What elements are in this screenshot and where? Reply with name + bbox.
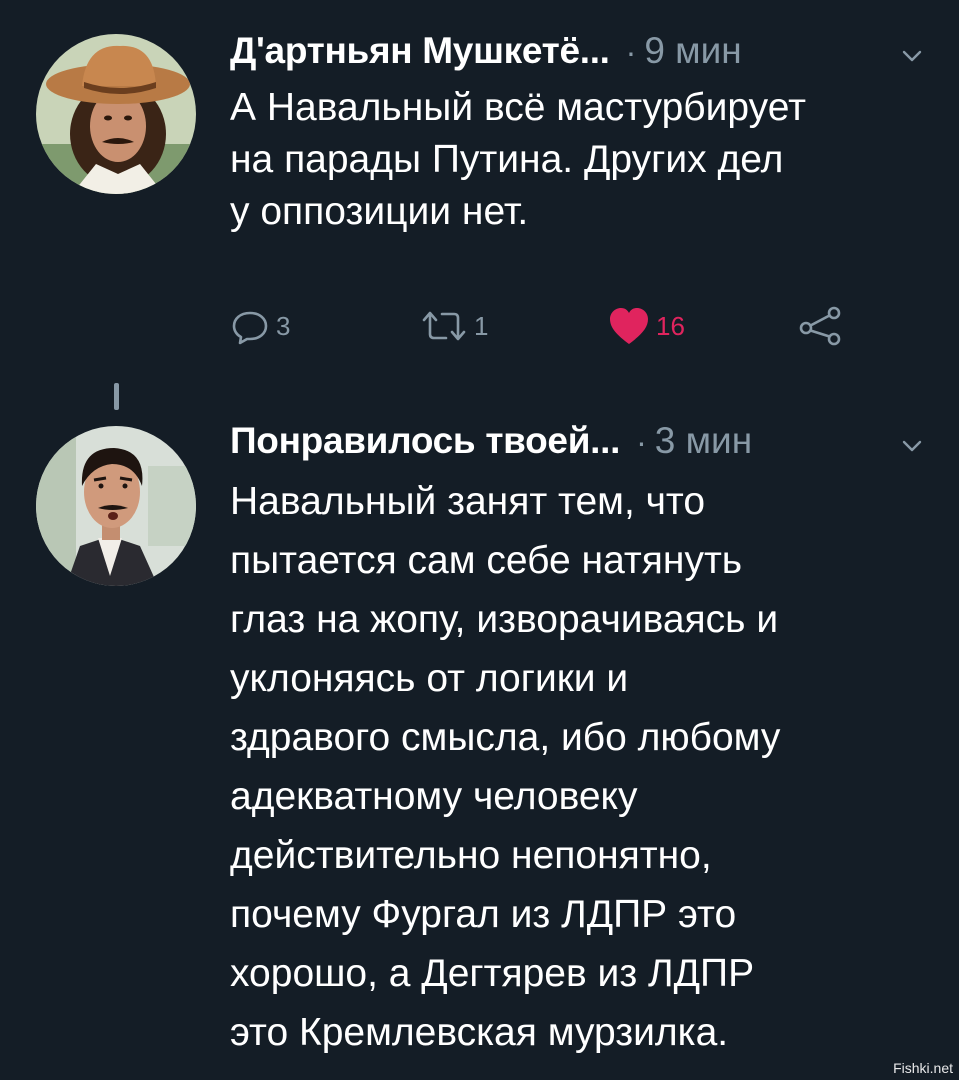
tweet-text-line: на парады Путина. Других дел	[230, 138, 784, 181]
timestamp[interactable]: 3 мин	[655, 420, 752, 462]
tweet-text-line: здравого смысла, ибо любому	[230, 716, 781, 759]
tweet-text-line: адекватному человеку	[230, 775, 638, 818]
chevron-down-icon[interactable]	[901, 435, 923, 457]
retweet-button[interactable]: 1	[420, 296, 488, 356]
tweet-actions: 3 1 16	[230, 296, 870, 356]
reply-icon	[232, 311, 268, 345]
reply-button[interactable]: 3	[230, 296, 290, 356]
watermark: Fishki.net	[893, 1060, 953, 1076]
tweet-text-line: пытается сам себе натянуть	[230, 539, 743, 582]
tweet-text-line: глаз на жопу, изворачиваясь и	[230, 598, 779, 641]
retweet-icon	[422, 311, 466, 341]
author-name[interactable]: Понравилось твоей...	[230, 420, 620, 462]
share-icon	[799, 306, 841, 346]
tweet-text: А Навальный всё мастурбирует на парады П…	[230, 82, 931, 238]
tweet-text-line: уклоняясь от логики и	[230, 657, 629, 700]
share-button[interactable]	[798, 296, 842, 356]
avatar[interactable]	[36, 34, 196, 194]
tweet-text-line: почему Фургал из ЛДПР это	[230, 893, 737, 936]
like-count: 16	[656, 310, 685, 341]
heart-icon	[610, 308, 648, 344]
separator-dot: ·	[636, 424, 647, 460]
tweet-text-line: действительно непонятно,	[230, 834, 712, 877]
separator-dot: ·	[625, 34, 637, 70]
tweet-text-line: Навальный занят тем, что	[230, 480, 706, 523]
like-button[interactable]: 16	[608, 296, 685, 356]
tweet-2[interactable]: Понравилось твоей... · 3 мин Навальный з…	[0, 410, 959, 1080]
tweet-text: Навальный занят тем, что пытается сам се…	[230, 472, 931, 1062]
timestamp[interactable]: 9 мин	[644, 30, 741, 72]
tweet-text-line: это Кремлевская мурзилка.	[230, 1011, 729, 1054]
tweet-text-line: у оппозиции нет.	[230, 190, 529, 233]
tweet-text-line: А Навальный всё мастурбирует	[230, 86, 806, 129]
retweet-count: 1	[474, 310, 489, 341]
reply-count: 3	[276, 310, 291, 341]
tweet-1[interactable]: Д'артньян Мушкетё... · 9 мин А Навальный…	[0, 0, 959, 380]
chevron-down-icon[interactable]	[901, 45, 923, 67]
thread-connector	[114, 383, 119, 410]
avatar[interactable]	[36, 426, 196, 586]
tweet-text-line: хорошо, а Дегтярев из ЛДПР	[230, 952, 755, 995]
author-name[interactable]: Д'артньян Мушкетё...	[230, 30, 610, 72]
